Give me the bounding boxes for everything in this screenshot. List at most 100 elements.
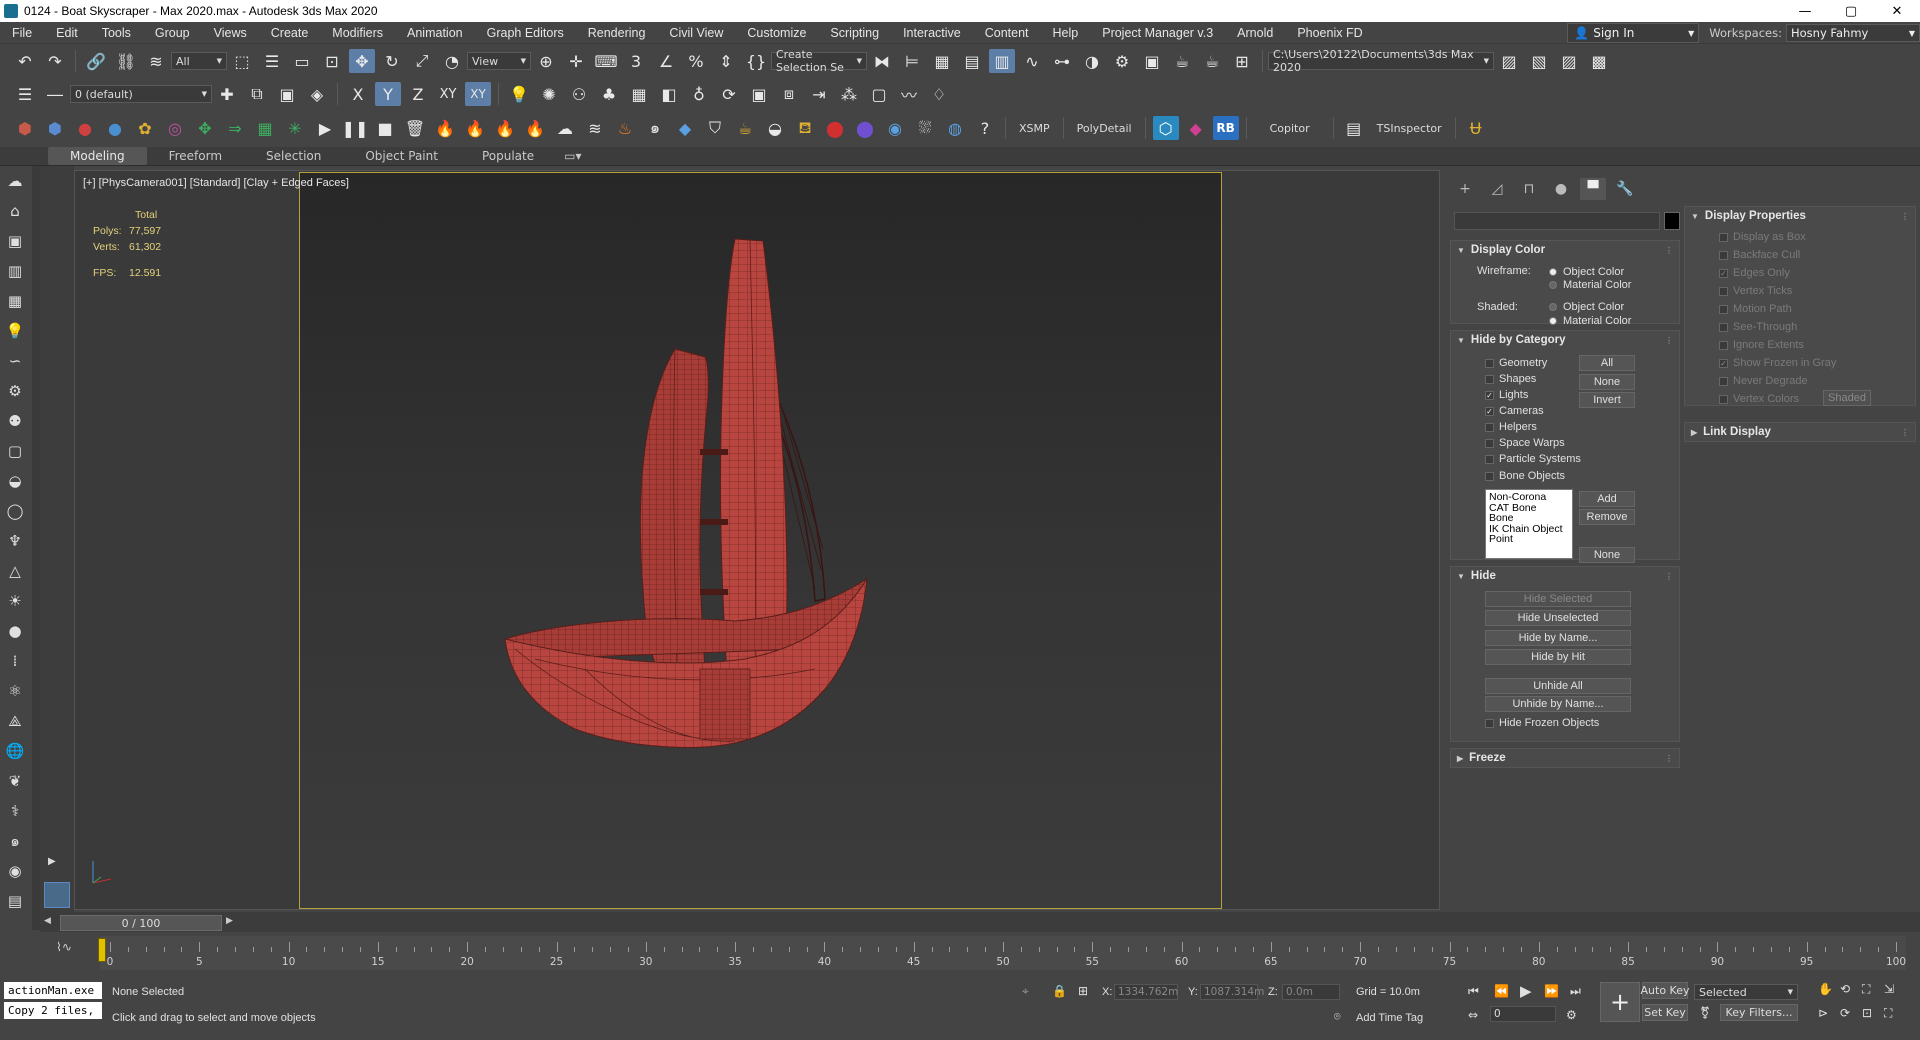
absolute-mode-icon[interactable]: ⊞ — [1078, 984, 1088, 998]
gear-icon[interactable]: ⚙ — [0, 376, 30, 406]
polydetail-button[interactable]: PolyDetail — [1077, 122, 1132, 135]
plant-icon[interactable]: ❦ — [0, 766, 30, 796]
move-icon[interactable]: ✥ — [349, 49, 375, 73]
dome-icon[interactable]: ◒ — [0, 466, 30, 496]
current-layer-dropdown[interactable]: 0 (default) ▼ — [70, 85, 212, 103]
category-list[interactable]: Non-Corona CAT Bone Bone IK Chain Object… — [1485, 489, 1573, 559]
menu-animation[interactable]: Animation — [395, 26, 475, 40]
manipulate-icon[interactable]: ✛ — [563, 49, 589, 73]
key-mode-dropdown[interactable]: Selected ▼ — [1694, 984, 1798, 1000]
menu-file[interactable]: File — [0, 26, 44, 40]
rotate-icon[interactable]: ↻ — [379, 49, 405, 73]
rendered-frame-window-icon[interactable]: ▣ — [1139, 49, 1165, 73]
render-iterative-icon[interactable]: ☕ — [1199, 49, 1225, 73]
red-ball-icon[interactable]: ⬤ — [822, 116, 848, 140]
trash-icon[interactable]: 🗑 — [402, 116, 428, 140]
expand-arrow-icon[interactable]: ▶ — [48, 856, 66, 874]
key-filters-button[interactable]: Key Filters... — [1720, 1004, 1798, 1021]
keyboard-shortcut-override-icon[interactable]: ⌨ — [593, 49, 619, 73]
grass-icon[interactable]: ♆ — [0, 526, 30, 556]
none-button[interactable]: None — [1579, 374, 1635, 390]
redo-icon[interactable]: ↷ — [42, 49, 68, 73]
next-frame-icon[interactable]: ⏩ — [1544, 984, 1559, 998]
space-warps-checkbox[interactable]: Space Warps — [1485, 437, 1565, 449]
list-item[interactable]: Bone — [1489, 513, 1569, 524]
cloud-icon[interactable]: ☁ — [0, 166, 30, 196]
motion-path-checkbox[interactable]: Motion Path — [1719, 303, 1792, 315]
pan-view-icon[interactable]: ✋ — [1818, 982, 1833, 996]
maximize-button[interactable]: ▢ — [1828, 0, 1874, 22]
display-color-header[interactable]: ▼ Display Color ⋮ — [1451, 241, 1679, 259]
menu-scripting[interactable]: Scripting — [818, 26, 891, 40]
ribbon-options-icon[interactable]: ▭▾ — [556, 147, 589, 165]
hide-unselected-button[interactable]: Hide Unselected — [1485, 610, 1631, 626]
select-object-icon[interactable]: ⬚ — [229, 49, 255, 73]
shapes-checkbox[interactable]: Shapes — [1485, 373, 1536, 385]
menu-civil-view[interactable]: Civil View — [657, 26, 735, 40]
display-tab-icon[interactable]: ▀ — [1580, 178, 1606, 200]
layer-visibility-icon[interactable]: ― — [42, 82, 68, 106]
frame-icon[interactable]: ⧈ — [776, 82, 802, 106]
snake-icon[interactable]: ∽ — [0, 346, 30, 376]
container-icon[interactable]: ⛉ — [702, 116, 728, 140]
water-icon[interactable]: ◆ — [672, 116, 698, 140]
pyramid-icon[interactable]: ⟁ — [0, 706, 30, 736]
purple-ball-icon[interactable]: ⬤ — [852, 116, 878, 140]
list-item[interactable]: Non-Corona — [1489, 492, 1569, 503]
close-button[interactable]: ✕ — [1874, 0, 1920, 22]
vortex-icon[interactable]: ๑ — [642, 116, 668, 140]
blue-ball-icon[interactable]: ◉ — [0, 856, 30, 886]
time-playhead[interactable] — [98, 938, 106, 962]
pause-icon[interactable]: ❚❚ — [342, 116, 369, 140]
unlink-icon[interactable]: ⛓ — [113, 49, 139, 73]
backface-cull-checkbox[interactable]: Backface Cull — [1719, 249, 1800, 261]
maxscript-listener-mini[interactable]: actionMan.exe — [4, 982, 102, 999]
viewport-layout-icon[interactable] — [44, 882, 70, 908]
selection-lock-icon[interactable]: 🔒 — [1052, 984, 1067, 998]
orbit-icon[interactable]: ⟲ — [1840, 982, 1850, 996]
cone-icon[interactable]: △ — [0, 556, 30, 586]
bulb-icon[interactable]: 💡 — [0, 316, 30, 346]
set-key-big-button[interactable]: + — [1600, 982, 1640, 1022]
utilities-tab-icon[interactable]: 🔧 — [1612, 178, 1638, 200]
go-to-end-icon[interactable]: ⏭ — [1570, 984, 1581, 999]
drop-red-icon[interactable]: ● — [72, 116, 98, 140]
vertex-colors-checkbox[interactable]: Vertex Colors — [1719, 393, 1799, 405]
named-selection-dropdown[interactable]: Create Selection Se ▼ — [771, 48, 867, 74]
current-frame-field[interactable]: 0 — [1490, 1006, 1556, 1022]
scale-icon[interactable]: ⤢ — [409, 49, 435, 73]
time-config-icon[interactable]: ⚙ — [1566, 1008, 1577, 1022]
viewport-label[interactable]: [+] [PhysCamera001] [Standard] [Clay + E… — [83, 177, 349, 189]
maxscript-output-mini[interactable]: Copy 2 files, — [4, 1002, 102, 1019]
sphere-icon[interactable]: ◯ — [0, 496, 30, 526]
hierarchy-tab-icon[interactable]: ⊓ — [1516, 178, 1542, 200]
menu-help[interactable]: Help — [1041, 26, 1091, 40]
rain-icon[interactable]: ⁞ — [0, 646, 30, 676]
project-new-icon[interactable]: ▧ — [1526, 49, 1552, 73]
object-color-swatch[interactable] — [1664, 212, 1680, 230]
walk-through-icon[interactable]: ⊳ — [1818, 1006, 1828, 1020]
add-time-tag[interactable]: Add Time Tag — [1356, 1012, 1423, 1024]
hide-frozen-checkbox[interactable]: Hide Frozen Objects — [1485, 717, 1599, 729]
cube-red-icon[interactable]: ⬢ — [12, 116, 38, 140]
link-display-header[interactable]: ▶ Link Display ⋮ — [1685, 423, 1915, 441]
bowl-icon[interactable]: ◒ — [762, 116, 788, 140]
create-tab-icon[interactable]: + — [1452, 178, 1478, 200]
bulb2-icon[interactable]: ♢ — [926, 82, 952, 106]
remove-button[interactable]: Remove — [1579, 509, 1635, 525]
project-folder-icon[interactable]: ▨ — [1496, 49, 1522, 73]
stop-icon[interactable]: ■ — [372, 116, 398, 140]
show-frozen-in-gray-checkbox[interactable]: ✓ Show Frozen in Gray — [1719, 357, 1836, 369]
burst-green-icon[interactable]: ✳ — [282, 116, 308, 140]
split-icon[interactable]: ◧ — [656, 82, 682, 106]
snaps-toggle-icon[interactable]: 3 — [623, 49, 649, 73]
menu-rendering[interactable]: Rendering — [576, 26, 658, 40]
image-icon[interactable]: ▣ — [0, 226, 30, 256]
display-properties-header[interactable]: ▼ Display Properties ⋮ — [1685, 207, 1915, 225]
grid-icon[interactable]: ▦ — [0, 286, 30, 316]
hide-by-name-button[interactable]: Hide by Name... — [1485, 630, 1631, 646]
ocean-icon[interactable]: ⛆ — [912, 116, 938, 140]
x-coordinate-field[interactable]: 1334.762m — [1114, 984, 1178, 1000]
render-production-icon[interactable]: ☕ — [1169, 49, 1195, 73]
arrow-green-icon[interactable]: ⇒ — [222, 116, 248, 140]
